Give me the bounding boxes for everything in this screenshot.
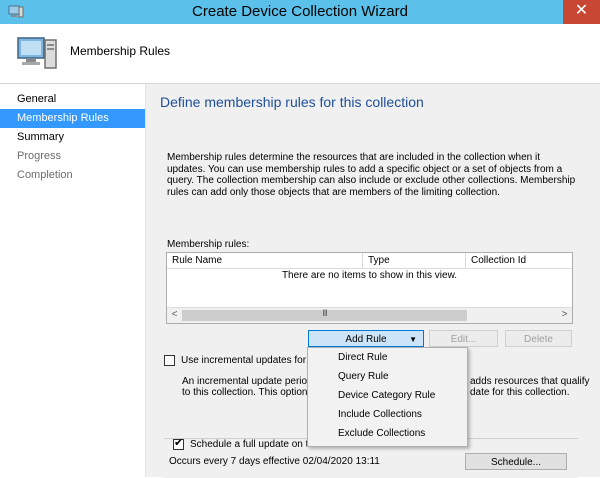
step-completion: Completion	[17, 169, 73, 181]
schedule-summary: Occurs every 7 days effective 02/04/2020…	[169, 456, 380, 467]
checkmark-icon: ✔	[174, 437, 184, 449]
page-title: Membership Rules	[70, 44, 171, 58]
window-title: Create Device Collection Wizard	[192, 3, 408, 20]
incremental-updates-label: Use incremental updates for this	[181, 355, 325, 366]
wizard-steps: General Membership Rules Summary Progres…	[0, 84, 146, 477]
incremental-desc-line1-right: adds resources that qualify	[470, 376, 590, 387]
incremental-desc-line2: to this collection. This option do	[182, 387, 322, 398]
step-general[interactable]: General	[0, 90, 145, 109]
menu-item-direct-rule[interactable]: Direct Rule	[308, 348, 467, 367]
wizard-header: Membership Rules	[0, 24, 600, 84]
description-text: Membership rules determine the resources…	[167, 152, 576, 198]
scroll-right-button[interactable]: >	[557, 308, 572, 323]
full-update-checkbox[interactable]: ✔	[173, 437, 184, 450]
menu-item-exclude-collections[interactable]: Exclude Collections	[308, 424, 467, 443]
menu-item-device-category-rule[interactable]: Device Category Rule	[308, 386, 467, 405]
column-collection-id[interactable]: Collection Id	[466, 253, 572, 268]
incremental-desc-line1: An incremental update periodic	[182, 376, 320, 387]
list-header: Rule Name Type Collection Id	[167, 253, 572, 269]
close-button[interactable]: ✕	[563, 0, 600, 24]
step-progress: Progress	[17, 150, 62, 162]
scroll-thumb[interactable]: III	[182, 308, 467, 321]
title-bar: Create Device Collection Wizard ✕	[0, 0, 600, 24]
menu-item-query-rule[interactable]: Query Rule	[308, 367, 467, 386]
edit-button[interactable]: Edit...	[429, 330, 498, 347]
add-rule-button[interactable]: Add Rule ▼	[308, 330, 424, 347]
column-type[interactable]: Type	[363, 253, 466, 268]
schedule-button[interactable]: Schedule...	[465, 453, 567, 470]
column-rule-name[interactable]: Rule Name	[167, 253, 363, 268]
section-heading: Define membership rules for this collect…	[160, 94, 424, 110]
incremental-updates-checkbox[interactable]	[164, 355, 175, 366]
scroll-grip: III	[322, 308, 328, 318]
membership-rules-label: Membership rules:	[167, 239, 250, 250]
empty-list-message: There are no items to show in this view.	[281, 270, 458, 281]
membership-rules-list[interactable]: Rule Name Type Collection Id There are n…	[166, 252, 573, 324]
horizontal-scrollbar[interactable]: < III >	[167, 307, 572, 323]
menu-item-include-collections[interactable]: Include Collections	[308, 405, 467, 424]
incremental-desc-line2-right: date for this collection.	[470, 387, 570, 398]
close-icon: ✕	[574, 2, 589, 19]
computer-icon	[17, 37, 57, 69]
step-summary[interactable]: Summary	[0, 128, 145, 147]
delete-button[interactable]: Delete	[505, 330, 572, 347]
scroll-left-button[interactable]: <	[167, 308, 182, 323]
step-membership-rules[interactable]: Membership Rules	[0, 109, 145, 128]
chevron-down-icon: ▼	[409, 335, 417, 344]
add-rule-label: Add Rule	[345, 334, 387, 345]
add-rule-menu: Direct Rule Query Rule Device Category R…	[307, 347, 468, 447]
